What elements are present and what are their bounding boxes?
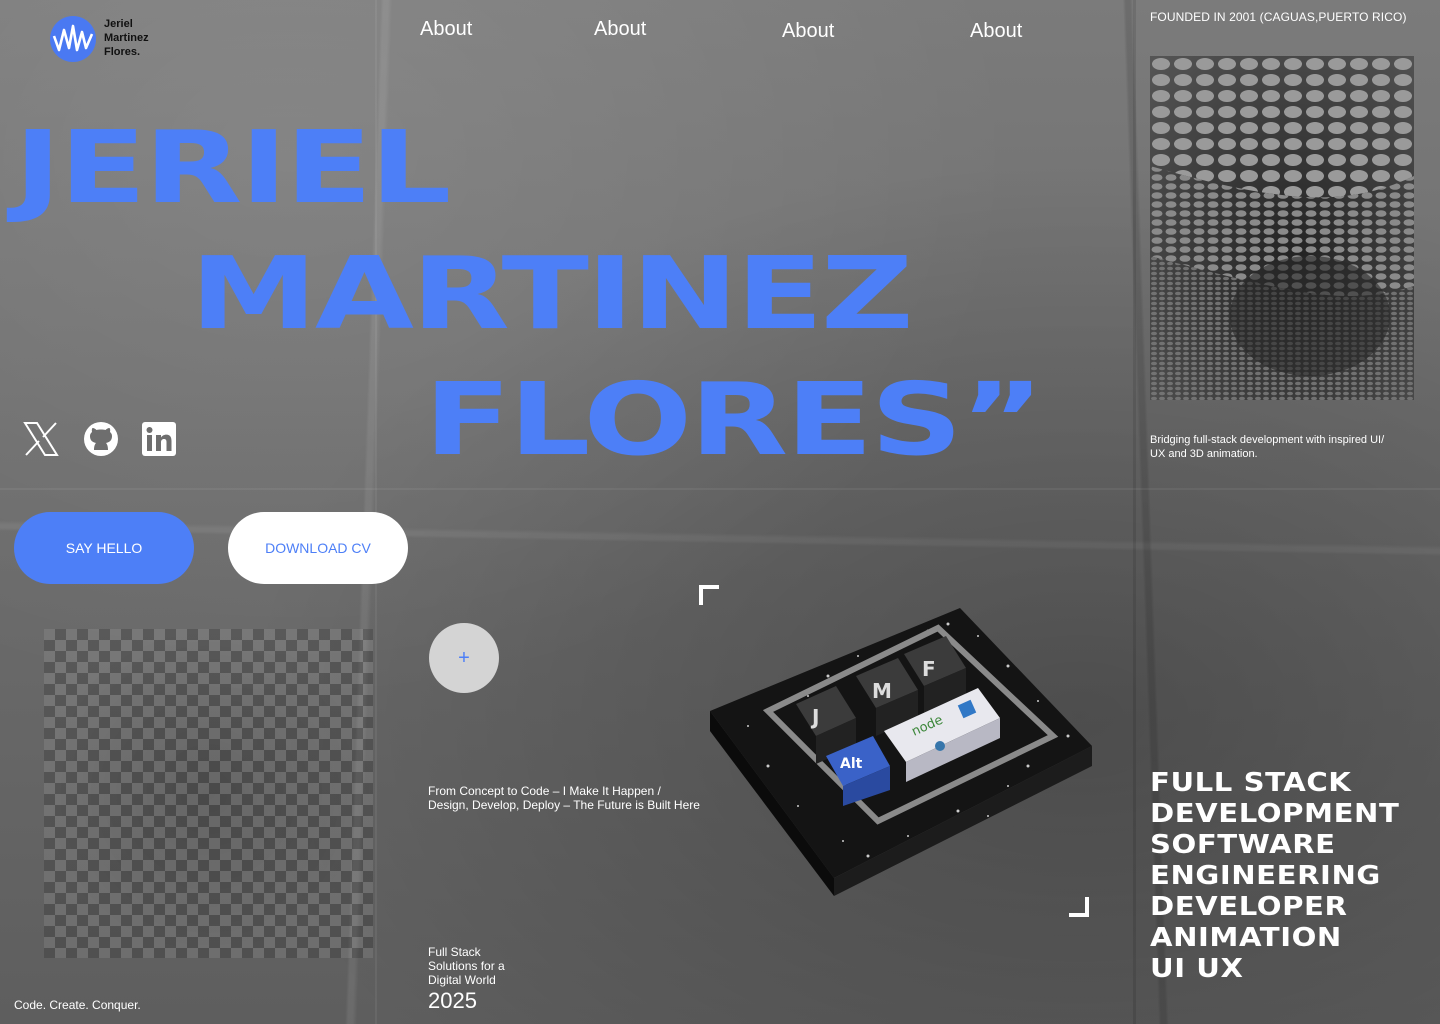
mini-info-line: Full Stack: [428, 945, 481, 959]
nav-about-2[interactable]: About: [594, 18, 646, 41]
nav-about-3[interactable]: About: [782, 20, 834, 43]
key-f-label: F: [922, 657, 936, 681]
bridging-line: UX and 3D animation.: [1150, 448, 1258, 460]
year-label: 2025: [428, 988, 477, 1013]
skills-list: FULL STACK DEVELOPMENT SOFTWARE ENGINEER…: [1150, 768, 1399, 985]
paper-crease: [0, 488, 1440, 490]
halftone-art-image: [1150, 56, 1414, 400]
bridging-line: Bridging full-stack development with ins…: [1150, 434, 1385, 446]
hero-middle-name: MARTINEZ: [190, 235, 914, 352]
mini-info: Full Stack Solutions for a Digital World: [428, 945, 505, 987]
linkedin-icon[interactable]: [142, 422, 176, 456]
nav-about-4[interactable]: About: [970, 20, 1022, 43]
corner-bracket-icon: [1069, 897, 1089, 917]
say-hello-button[interactable]: SAY HELLO: [14, 512, 194, 584]
skill-item: UI UX: [1150, 954, 1244, 984]
skill-item: ANIMATION: [1150, 923, 1342, 953]
logo-icon[interactable]: [50, 16, 96, 62]
tagline: From Concept to Code – I Make It Happen …: [428, 784, 700, 812]
skill-item: DEVELOPER: [1150, 892, 1348, 922]
bridging-text: Bridging full-stack development with ins…: [1150, 433, 1384, 461]
key-m-label: M: [872, 679, 892, 703]
download-cv-button[interactable]: DOWNLOAD CV: [228, 512, 408, 584]
hero-first-name: JERIEL: [14, 109, 451, 226]
logo-line: Martinez: [104, 32, 149, 44]
logo-line: Jeriel: [104, 18, 133, 30]
mini-info-line: Solutions for a: [428, 959, 505, 973]
nav-about-1[interactable]: About: [420, 18, 472, 41]
skill-item: SOFTWARE: [1150, 830, 1336, 860]
x-icon[interactable]: [22, 420, 60, 458]
python-icon: [935, 741, 945, 751]
plus-button[interactable]: +: [429, 623, 499, 693]
founded-text: FOUNDED IN 2001 (CAGUAS,PUERTO RICO): [1150, 10, 1407, 24]
paper-crease: [1133, 0, 1136, 1024]
logo-text: Jeriel Martinez Flores.: [104, 17, 149, 59]
skill-item: FULL STACK: [1150, 768, 1352, 798]
corner-bracket-icon: [699, 585, 719, 605]
hero-last-name: FLORES”: [424, 361, 1044, 478]
skill-item: DEVELOPMENT: [1150, 799, 1400, 829]
key-j-label: J: [810, 705, 819, 729]
keyboard-3d-image: J M F Alt node: [708, 606, 1092, 896]
tagline-line: From Concept to Code – I Make It Happen …: [428, 784, 661, 798]
footer-motto: Code. Create. Conquer.: [14, 998, 141, 1012]
tagline-line: Design, Develop, Deploy – The Future is …: [428, 798, 700, 812]
key-alt-label: Alt: [840, 756, 863, 772]
mini-info-line: Digital World: [428, 973, 496, 987]
checker-pattern-image: [44, 629, 373, 958]
github-icon[interactable]: [82, 420, 120, 458]
logo-line: Flores.: [104, 46, 141, 58]
skill-item: ENGINEERING: [1150, 861, 1381, 891]
